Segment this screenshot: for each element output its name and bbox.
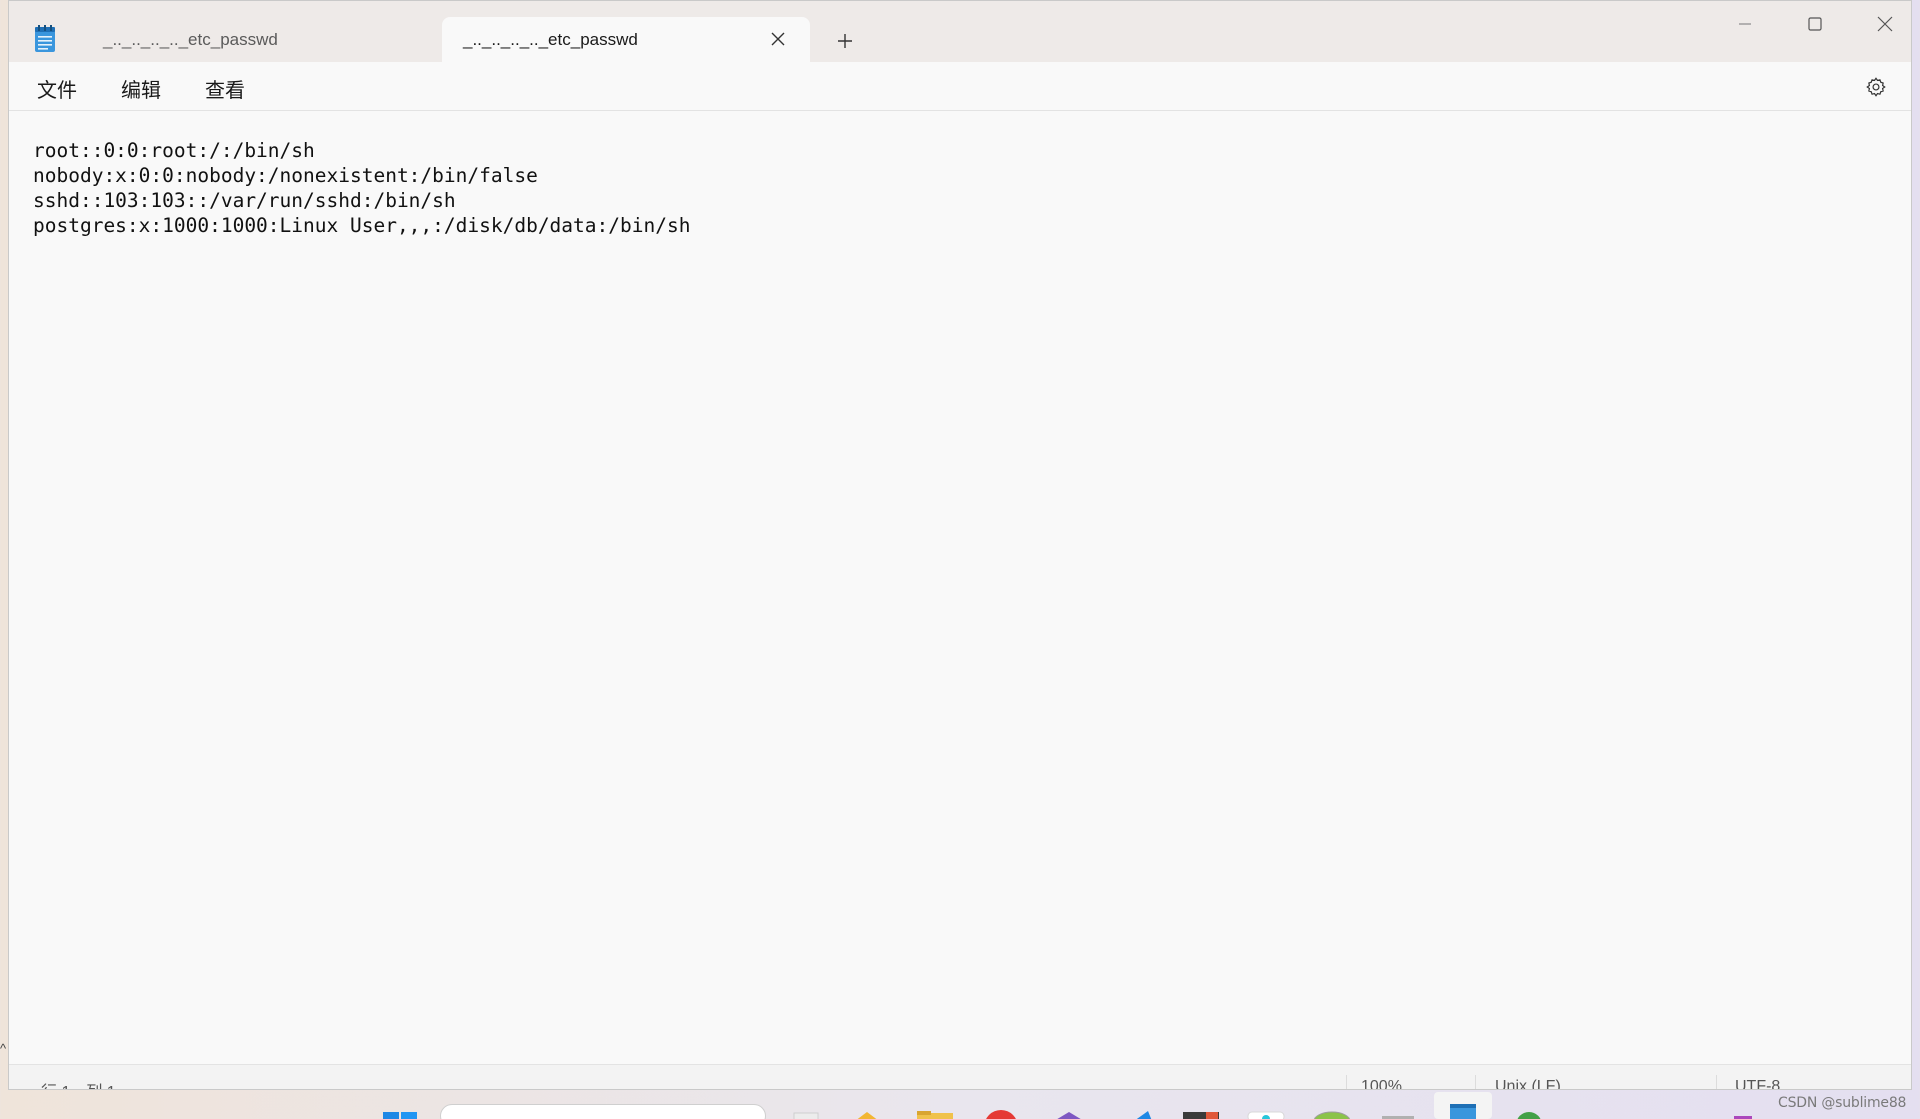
status-divider bbox=[1716, 1075, 1717, 1089]
folder-icon[interactable] bbox=[916, 1108, 954, 1119]
app-icon-green[interactable] bbox=[1512, 1108, 1546, 1119]
tab-label: _.._.._.._.._etc_passwd bbox=[463, 29, 638, 49]
encoding[interactable]: UTF-8 bbox=[1735, 1078, 1780, 1089]
tab-label: _.._.._.._.._etc_passwd bbox=[103, 29, 278, 49]
text-editor[interactable]: root::0:0:root:/:/bin/sh nobody:x:0:0:no… bbox=[9, 112, 1911, 1064]
menu-view[interactable]: 查看 bbox=[199, 72, 251, 105]
new-tab-plus-icon[interactable] bbox=[827, 26, 863, 56]
close-tab-icon[interactable] bbox=[768, 29, 788, 49]
status-divider bbox=[1475, 1075, 1476, 1089]
notepad-window: _.._.._.._.._etc_passwd _.._.._.._.._etc… bbox=[8, 0, 1912, 1090]
menu-bar: 文件 编辑 查看 bbox=[9, 62, 1911, 111]
menu-edit[interactable]: 编辑 bbox=[115, 72, 167, 105]
cursor-position[interactable]: 行 1，列 1 bbox=[41, 1078, 116, 1089]
menu-file[interactable]: 文件 bbox=[31, 72, 83, 105]
tab-etc-passwd-1[interactable]: _.._.._.._.._etc_passwd bbox=[71, 17, 446, 62]
windows-start-icon[interactable] bbox=[382, 1108, 418, 1119]
tab-etc-passwd-2[interactable]: _.._.._.._.._etc_passwd bbox=[442, 17, 810, 62]
editor-line: sshd::103:103::/var/run/sshd:/bin/sh bbox=[33, 189, 456, 212]
taskbar bbox=[0, 1092, 1920, 1119]
vscode-icon[interactable] bbox=[1126, 1108, 1156, 1119]
line-ending[interactable]: Unix (LF) bbox=[1495, 1078, 1561, 1089]
editor-line: root::0:0:root:/:/bin/sh bbox=[33, 139, 315, 162]
status-bar: 行 1，列 1 100% Unix (LF) UTF-8 bbox=[9, 1064, 1911, 1089]
app-icon-purple[interactable] bbox=[1728, 1108, 1758, 1119]
close-window-icon[interactable] bbox=[1857, 7, 1911, 41]
zoom-level[interactable]: 100% bbox=[1361, 1078, 1402, 1089]
watermark: CSDN @sublime88 bbox=[1778, 1095, 1907, 1111]
app-icon-red[interactable] bbox=[984, 1108, 1018, 1119]
visual-studio-icon[interactable] bbox=[1050, 1108, 1088, 1119]
notepad-app-icon bbox=[33, 25, 57, 53]
status-divider bbox=[1346, 1075, 1347, 1089]
maximize-icon[interactable] bbox=[1787, 7, 1843, 41]
title-bar[interactable]: _.._.._.._.._etc_passwd _.._.._.._.._etc… bbox=[9, 1, 1911, 62]
minimize-icon[interactable] bbox=[1717, 7, 1773, 41]
app-icon-cyan[interactable] bbox=[1246, 1108, 1286, 1119]
browser-icon[interactable] bbox=[1312, 1108, 1352, 1119]
app-icon-yellow[interactable] bbox=[852, 1108, 882, 1119]
app-icon-dark[interactable] bbox=[1182, 1108, 1220, 1119]
editor-line: nobody:x:0:0:nobody:/nonexistent:/bin/fa… bbox=[33, 164, 538, 187]
notepad-taskbar-icon[interactable] bbox=[1434, 1092, 1492, 1119]
chevron-up-icon: ^ bbox=[0, 1041, 7, 1056]
app-icon-blank[interactable] bbox=[792, 1108, 820, 1119]
search-box[interactable] bbox=[440, 1104, 766, 1119]
app-icon-gray[interactable] bbox=[1380, 1108, 1416, 1119]
editor-line: postgres:x:1000:1000:Linux User,,,:/disk… bbox=[33, 214, 691, 237]
gear-icon[interactable] bbox=[1863, 74, 1889, 100]
